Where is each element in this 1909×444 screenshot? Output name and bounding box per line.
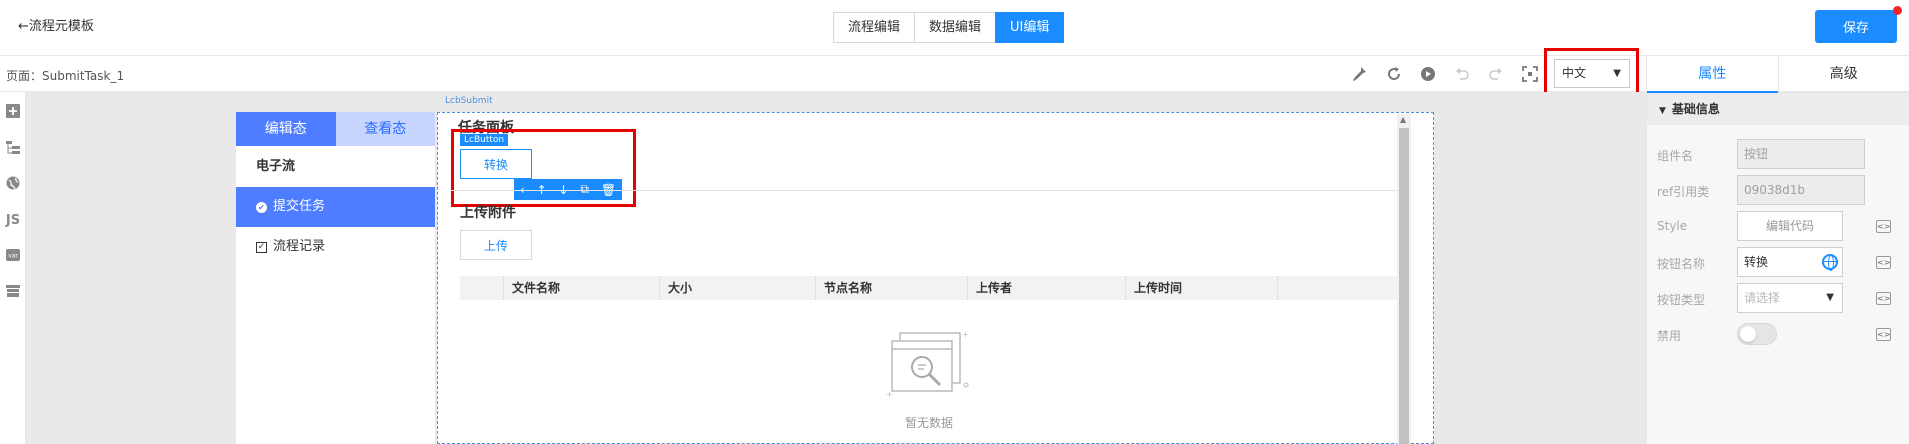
var-label: var xyxy=(8,253,18,260)
prop-component-name: 组件名 按钮 xyxy=(1647,139,1909,171)
table-col-uploader: 上传者 xyxy=(968,276,1126,300)
vertical-scrollbar[interactable]: ▲ xyxy=(1397,114,1411,444)
globe-icon[interactable] xyxy=(1822,254,1838,271)
nav-title: 电子流 xyxy=(256,159,296,174)
ref-class-field: 09038d1b xyxy=(1737,175,1865,205)
left-icon-bar: JS var xyxy=(0,92,26,444)
preview-state-tabs: 编辑态 查看态 xyxy=(236,112,435,146)
mode-tabs: 流程编辑 数据编辑 UI编辑 xyxy=(833,12,1065,43)
globe-icon[interactable] xyxy=(4,176,22,194)
scroll-thumb[interactable] xyxy=(1399,128,1409,444)
empty-data-icon: + + xyxy=(886,330,969,399)
tree-icon[interactable] xyxy=(4,140,22,158)
tab-edit-state[interactable]: 编辑态 xyxy=(236,112,336,146)
play-icon[interactable] xyxy=(1416,64,1440,84)
nav-item-submit-task[interactable]: ✔ 提交任务 xyxy=(236,187,435,227)
code-icon[interactable]: <> xyxy=(1876,256,1891,269)
prop-disabled: 禁用 <> xyxy=(1647,319,1909,351)
fullscreen-icon[interactable] xyxy=(1518,64,1542,84)
tab-advanced[interactable]: 高级 xyxy=(1777,56,1909,93)
scroll-up-icon[interactable]: ▲ xyxy=(1400,115,1406,124)
component-name-field: 按钮 xyxy=(1737,139,1865,169)
right-panel-tabs: 属性 高级 xyxy=(1646,56,1909,93)
page-label: 页面：SubmitTask_1 xyxy=(6,69,125,83)
table-col-node: 节点名称 xyxy=(816,276,968,300)
database-icon[interactable] xyxy=(4,284,22,302)
table-col-actions xyxy=(1278,276,1397,300)
disabled-toggle[interactable] xyxy=(1737,323,1777,345)
prop-button-name: 按钮名称 转换 <> xyxy=(1647,247,1909,279)
code-icon[interactable]: <> xyxy=(1876,292,1891,305)
lc-button-tag: LcButton xyxy=(460,134,509,146)
svg-text:+: + xyxy=(962,330,969,339)
edit-code-button[interactable]: 编辑代码 xyxy=(1737,211,1843,241)
preview-nav-panel: 编辑态 查看态 电子流 ✔ 提交任务 ✓ 流程记录 xyxy=(236,112,435,444)
checkbox-icon: ✓ xyxy=(256,241,267,253)
table-col-select xyxy=(460,276,504,300)
convert-button[interactable]: 转换 xyxy=(460,149,532,179)
language-value: 中文 xyxy=(1562,66,1587,80)
nav-item-flow-record[interactable]: ✓ 流程记录 xyxy=(236,227,435,267)
back-link[interactable]: ←流程元模板 xyxy=(18,15,94,34)
undo-icon[interactable] xyxy=(1450,64,1474,84)
tab-data-edit[interactable]: 数据编辑 xyxy=(914,12,997,43)
var-icon[interactable]: var xyxy=(4,248,22,266)
code-icon[interactable]: <> xyxy=(1876,328,1891,341)
check-circle-icon: ✔ xyxy=(256,201,267,213)
svg-text:+: + xyxy=(886,390,893,399)
language-select[interactable]: 中文 ▼ xyxy=(1554,59,1630,88)
tab-ui-edit[interactable]: UI编辑 xyxy=(995,12,1065,43)
prop-ref-class: ref引用类 09038d1b xyxy=(1647,175,1909,207)
table-col-size: 大小 xyxy=(660,276,816,300)
plus-square-icon[interactable] xyxy=(4,104,22,122)
properties-panel: ▼ 基础信息 组件名 按钮 ref引用类 09038d1b Style 编辑代码 … xyxy=(1646,93,1909,444)
table-col-filename: 文件名称 xyxy=(504,276,660,300)
section-divider xyxy=(451,190,1397,191)
broom-icon[interactable] xyxy=(1348,64,1372,84)
tab-view-state[interactable]: 查看态 xyxy=(335,112,435,146)
refresh-icon[interactable] xyxy=(1382,64,1406,84)
redo-icon[interactable] xyxy=(1484,64,1508,84)
prop-button-type: 按钮类型 请选择 ▼ <> xyxy=(1647,283,1909,315)
upload-button[interactable]: 上传 xyxy=(460,230,532,260)
frame-tag: LcbSubmit xyxy=(445,96,493,106)
button-name-input[interactable]: 转换 xyxy=(1737,247,1843,277)
button-type-select[interactable]: 请选择 ▼ xyxy=(1737,283,1843,313)
code-icon[interactable]: <> xyxy=(1876,220,1891,233)
caret-down-icon: ▼ xyxy=(1659,106,1666,116)
unsaved-dot xyxy=(1893,6,1902,15)
tab-properties[interactable]: 属性 xyxy=(1647,56,1778,93)
attachment-table-header: 文件名称 大小 节点名称 上传者 上传时间 xyxy=(460,276,1397,300)
tab-flow-edit[interactable]: 流程编辑 xyxy=(833,12,916,43)
prop-style: Style 编辑代码 <> xyxy=(1647,211,1909,243)
section-basic-info[interactable]: ▼ 基础信息 xyxy=(1647,93,1909,125)
caret-down-icon: ▼ xyxy=(1826,292,1834,303)
tool-icons xyxy=(1348,64,1542,84)
js-icon[interactable]: JS xyxy=(4,212,22,230)
upload-section-title: 上传附件 xyxy=(460,205,516,221)
table-col-upload-time: 上传时间 xyxy=(1126,276,1278,300)
caret-down-icon: ▼ xyxy=(1613,68,1621,79)
save-button[interactable]: 保存 xyxy=(1815,10,1897,43)
empty-data-text: 暂无数据 xyxy=(905,416,954,430)
